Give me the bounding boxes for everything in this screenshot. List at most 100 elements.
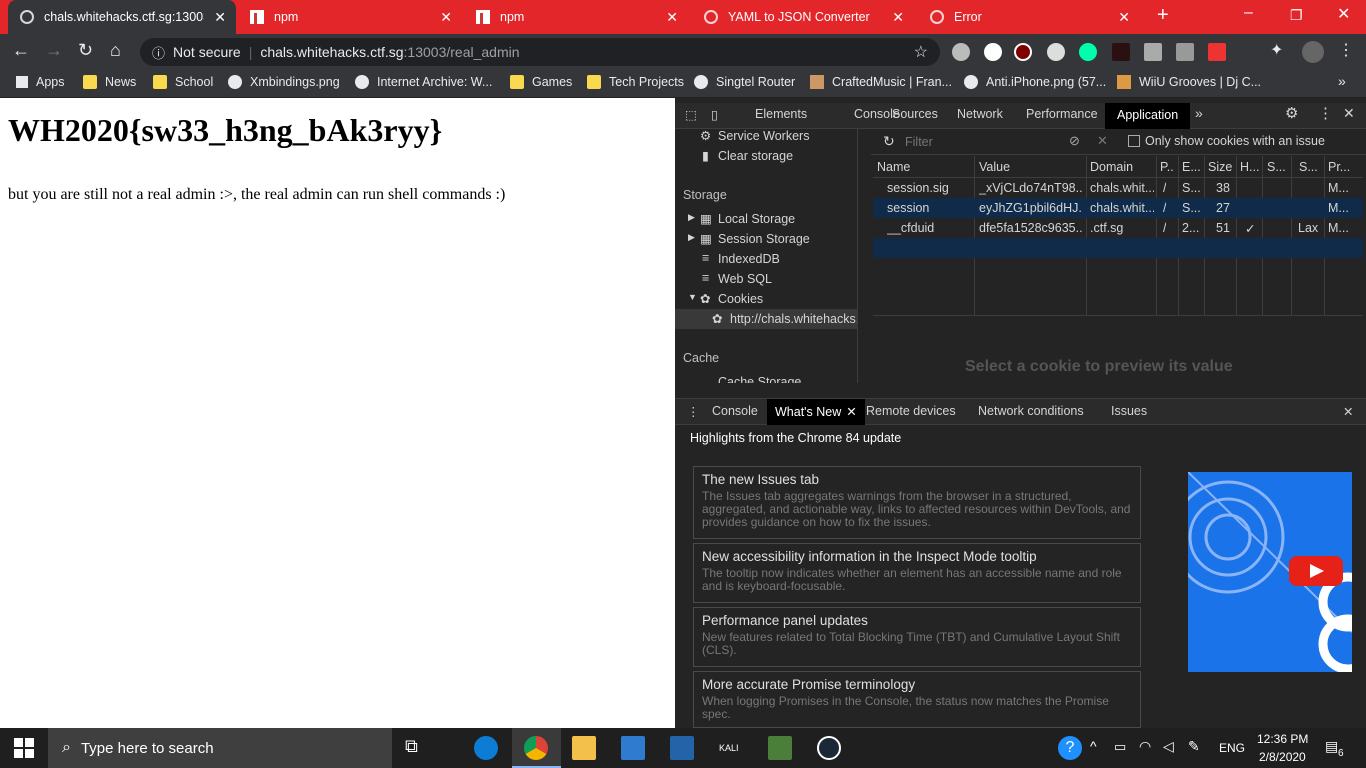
col-priority[interactable]: Pr... — [1328, 160, 1358, 174]
sidebar-item-websql[interactable]: Web SQL — [718, 272, 772, 286]
tab-application[interactable]: Application — [1105, 103, 1191, 129]
cookie-samesite[interactable]: Lax — [1298, 221, 1318, 235]
cookie-domain[interactable]: chals.whit... — [1090, 201, 1154, 215]
cookie-name[interactable]: session.sig — [887, 181, 949, 195]
tab-npm-1[interactable]: npm ✕ — [240, 0, 462, 34]
cookie-size[interactable]: 38 — [1216, 181, 1230, 195]
tab-npm-2[interactable]: npm ✕ — [466, 0, 688, 34]
cookie-value[interactable]: _xVjCLdo74nT98... — [979, 181, 1083, 195]
volume-icon[interactable]: ◁ — [1163, 738, 1174, 755]
bookmark-craftedmusic[interactable]: CraftedMusic | Fran... — [810, 75, 952, 89]
clear-all-icon[interactable]: ⊘ — [1069, 133, 1080, 149]
close-icon[interactable]: ✕ — [666, 9, 678, 26]
cookie-value[interactable]: eyJhZG1pbil6dHJ... — [979, 201, 1083, 215]
avatar[interactable] — [1302, 41, 1324, 63]
bookmark-anti-iphone[interactable]: Anti.iPhone.png (57... — [964, 75, 1106, 89]
close-icon[interactable]: ✕ — [440, 9, 452, 26]
refresh-icon[interactable]: ↻ — [883, 133, 895, 150]
wifi-icon[interactable]: ◠ — [1139, 738, 1151, 755]
drawer-tab-issues[interactable]: Issues — [1111, 404, 1147, 418]
color-extension-icon[interactable] — [1208, 43, 1226, 61]
restore-icon[interactable]: ❐ — [1290, 7, 1303, 24]
cookie-domain[interactable]: chals.whit... — [1090, 181, 1154, 195]
drive-icon[interactable] — [1176, 43, 1194, 61]
collapse-icon[interactable]: ▼ — [688, 292, 697, 302]
home-icon[interactable]: ⌂ — [110, 40, 121, 61]
tab-yaml[interactable]: YAML to JSON Converter ✕ — [692, 0, 914, 34]
tab-sources[interactable]: Sources — [892, 107, 938, 121]
video-thumbnail[interactable] — [1188, 472, 1352, 672]
more-tabs[interactable]: » — [1195, 105, 1203, 121]
close-icon[interactable]: ✕ — [1343, 105, 1355, 122]
info-icon[interactable]: ⓘ — [152, 43, 165, 62]
close-icon[interactable]: ✕ — [846, 405, 856, 419]
cookie-value[interactable]: dfe5fa1528c9635... — [979, 221, 1083, 235]
bookmark-tech-projects[interactable]: Tech Projects — [587, 75, 684, 89]
file-explorer-icon[interactable] — [572, 736, 596, 760]
pen-icon[interactable]: ✎ — [1188, 738, 1200, 755]
language-indicator[interactable]: ENG — [1219, 741, 1245, 755]
whats-new-card[interactable]: More accurate Promise terminology When l… — [693, 671, 1141, 728]
cookie-expires[interactable]: 2... — [1182, 221, 1202, 235]
powershell-icon[interactable] — [670, 736, 694, 760]
puzzle-icon[interactable]: ✦ — [1270, 40, 1288, 59]
clock-date[interactable]: 2/8/2020 — [1259, 750, 1306, 764]
steam-icon[interactable] — [817, 736, 841, 760]
expand-icon[interactable]: ▶ — [688, 212, 695, 223]
clock-time[interactable]: 12:36 PM — [1257, 732, 1308, 746]
grammarly-icon[interactable] — [1079, 43, 1097, 61]
forward-icon[interactable]: → — [45, 40, 63, 61]
whats-new-card[interactable]: Performance panel updates New features r… — [693, 607, 1141, 667]
tab-error[interactable]: Error ✕ — [918, 0, 1140, 34]
sidebar-item-indexeddb[interactable]: IndexedDB — [718, 252, 780, 266]
extension-icon[interactable] — [1112, 43, 1130, 61]
cookie-domain[interactable]: .ctf.sg — [1090, 221, 1154, 235]
minimize-icon[interactable]: – — [1244, 4, 1253, 22]
cookie-priority[interactable]: M... — [1328, 221, 1358, 235]
drawer-menu-icon[interactable]: ⋮ — [687, 404, 700, 419]
whats-new-card[interactable]: New accessibility information in the Ins… — [693, 543, 1141, 603]
cookie-priority[interactable]: M... — [1328, 181, 1358, 195]
close-icon[interactable]: ✕ — [214, 9, 226, 26]
sidebar-item-local-storage[interactable]: Local Storage — [718, 212, 795, 226]
windows-start-icon[interactable] — [14, 738, 34, 758]
star-icon[interactable]: ☆ — [914, 42, 928, 62]
bookmark-games[interactable]: Games — [510, 75, 572, 89]
tab-performance[interactable]: Performance — [1026, 107, 1098, 121]
chrome-taskbar-item[interactable] — [512, 728, 561, 768]
device-toggle-icon[interactable]: ▯ — [711, 107, 718, 122]
extension-icon[interactable] — [984, 43, 1002, 61]
youtube-play-icon[interactable] — [1289, 556, 1343, 586]
bookmark-singtel[interactable]: Singtel Router — [694, 75, 795, 89]
tab-active[interactable]: chals.whitehacks.ctf.sg:13003/r ✕ — [8, 0, 236, 34]
col-path[interactable]: P.. — [1160, 160, 1176, 174]
ublock-icon[interactable] — [1014, 43, 1032, 61]
taskbar-search[interactable]: ⌕ Type here to search — [48, 728, 392, 768]
extension-icon[interactable] — [1144, 43, 1162, 61]
window-close-icon[interactable]: ✕ — [1337, 4, 1350, 24]
cookie-expires[interactable]: S... — [1182, 201, 1202, 215]
cookie-name[interactable]: session — [887, 201, 929, 215]
inspect-icon[interactable]: ⬚ — [685, 107, 697, 122]
col-secure[interactable]: S... — [1267, 160, 1289, 174]
close-icon[interactable]: ✕ — [892, 9, 904, 26]
tab-network[interactable]: Network — [957, 107, 1003, 121]
bookmarks-overflow[interactable]: » — [1338, 73, 1346, 89]
shield-extension-icon[interactable] — [952, 43, 970, 61]
cookie-size[interactable]: 51 — [1216, 221, 1230, 235]
cookie-priority[interactable]: M... — [1328, 201, 1358, 215]
help-icon[interactable]: ? — [1058, 736, 1082, 760]
col-expires[interactable]: E... — [1182, 160, 1202, 174]
back-icon[interactable]: ← — [12, 40, 30, 61]
cookie-path[interactable]: / — [1163, 181, 1166, 195]
cookie-path[interactable]: / — [1163, 221, 1166, 235]
close-icon[interactable]: ✕ — [1118, 9, 1130, 26]
address-bar[interactable]: ⓘ Not secure | chals.whitehacks.ctf.sg:1… — [140, 38, 940, 66]
col-value[interactable]: Value — [979, 160, 1010, 174]
cookie-httponly-check[interactable]: ✓ — [1245, 221, 1255, 236]
edge-icon[interactable] — [474, 736, 498, 760]
reload-icon[interactable]: ↻ — [78, 40, 93, 61]
extension-icon[interactable] — [1047, 43, 1065, 61]
cookie-size[interactable]: 27 — [1216, 201, 1230, 215]
notification-icon[interactable]: ▤ — [1325, 738, 1338, 755]
